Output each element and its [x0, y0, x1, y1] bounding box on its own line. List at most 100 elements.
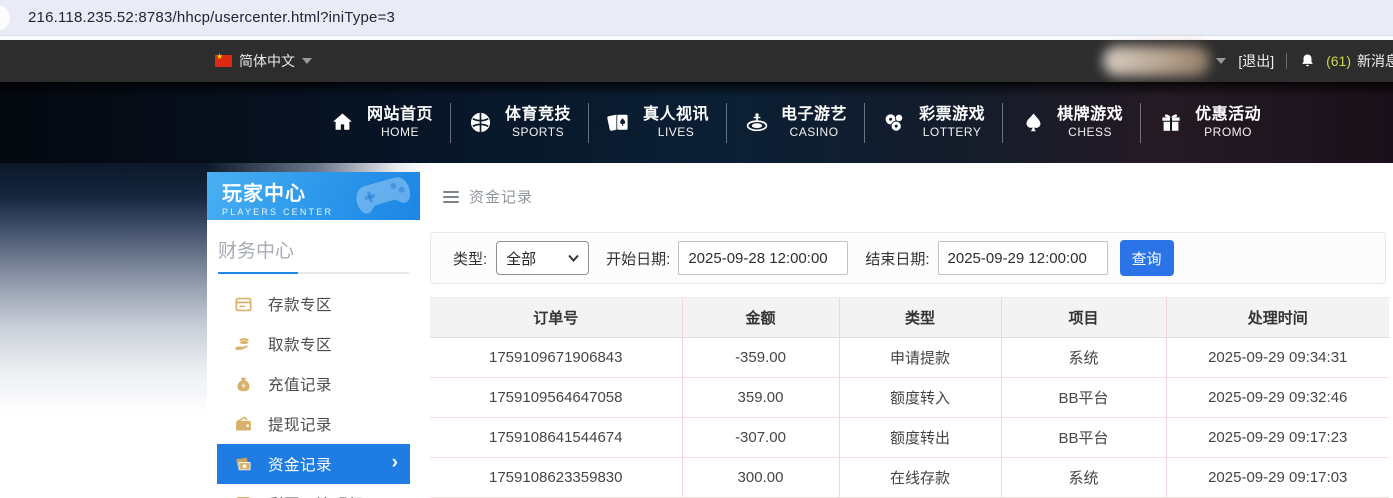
message-count[interactable]: (61): [1326, 53, 1351, 69]
withdraw-icon: [233, 334, 253, 354]
svg-text:¥: ¥: [241, 382, 245, 389]
chevron-down-icon[interactable]: [1216, 58, 1227, 64]
roulette-icon: [743, 110, 770, 135]
table-cell: 系统: [1000, 457, 1166, 498]
column-header: 订单号: [430, 297, 682, 338]
type-label: 类型:: [453, 250, 488, 268]
sidebar-item-funds-record[interactable]: 资金记录 ›: [217, 444, 410, 484]
nav-label-zh: 棋牌游戏: [1057, 106, 1124, 123]
nav-item-lives[interactable]: 真人视讯 LIVES: [588, 96, 726, 150]
table-cell: 系统: [1000, 337, 1166, 378]
playing-cards-icon: [605, 110, 632, 135]
menu-icon[interactable]: [443, 190, 459, 203]
background-gradient-strip: [207, 163, 430, 172]
table-body: 1759109671906843 -359.00 申请提款 系统 2025-09-29 …: [430, 337, 1389, 498]
nav-item-promo[interactable]: 优惠活动 PROMO: [1140, 96, 1278, 150]
sidebar-item-recharge-record[interactable]: ¥ 充值记录: [217, 364, 410, 404]
nav-label-zh: 优惠活动: [1195, 106, 1262, 123]
nav-label-zh: 彩票游戏: [919, 106, 986, 123]
sidebar-item-deposit[interactable]: 存款专区: [217, 284, 410, 324]
nav-label-en: LIVES: [657, 125, 695, 139]
table-row: 1759109671906843 -359.00 申请提款 系统 2025-09-29 …: [430, 337, 1389, 378]
language-selector[interactable]: ★ 简体中文: [215, 40, 312, 82]
end-date-input[interactable]: [937, 241, 1108, 275]
background-gradient: [0, 163, 207, 498]
username-blurred: [1103, 46, 1211, 76]
sidebar-item-bet-details[interactable]: 彩票下注明细: [217, 484, 410, 498]
search-button[interactable]: 查询: [1119, 240, 1174, 276]
nav-label-zh: 真人视讯: [643, 106, 710, 123]
table-cell: 额度转出: [838, 417, 1001, 458]
type-select-value: 全部: [506, 250, 537, 268]
sidebar-header: 玩家中心 PLAYERS CENTER: [207, 172, 420, 220]
nav-item-lottery[interactable]: 彩票游戏 LOTTERY: [864, 96, 1002, 150]
account-bar: ★ 简体中文 [退出] (61) 新消息: [0, 40, 1393, 82]
sidebar-item-withdrawal-record[interactable]: 提现记录: [217, 404, 410, 444]
bell-icon[interactable]: [1299, 52, 1316, 70]
nav-label-en: PROMO: [1204, 125, 1253, 139]
nav-item-casino[interactable]: 电子游艺 CASINO: [726, 96, 864, 150]
section-title: 财务中心: [218, 241, 295, 262]
home-icon: [329, 110, 356, 135]
spade-icon: [1019, 110, 1046, 135]
filter-bar: 类型: 全部 开始日期: 结束日期: 查询: [430, 232, 1386, 284]
breadcrumb-label: 资金记录: [469, 189, 534, 206]
sidebar-item-label: 资金记录: [268, 457, 333, 474]
sidebar-menu: 存款专区 取款专区 ¥ 充值记录 提现记录 资金记录 › 彩票下注明细: [207, 284, 420, 498]
china-flag-icon: ★: [215, 52, 232, 67]
column-header: 处理时间: [1165, 297, 1389, 338]
table-cell: BB平台: [1000, 417, 1166, 458]
start-date-label: 开始日期:: [606, 250, 671, 268]
recharge-record-icon: ¥: [233, 375, 253, 394]
main-panel: 资金记录 类型: 全部 开始日期: 结束日期: 查询 订单号金额类型项目处理时间…: [430, 163, 1393, 498]
gift-icon: [1157, 110, 1184, 135]
table-cell: 1759108641544674: [430, 417, 682, 458]
end-date-label: 结束日期:: [865, 250, 930, 268]
table-cell: 2025-09-29 09:32:46: [1165, 377, 1389, 418]
sidebar-item-label: 存款专区: [268, 297, 333, 314]
deposit-icon: [233, 295, 253, 314]
chevron-down-icon: [568, 254, 579, 262]
sidebar-item-withdraw[interactable]: 取款专区: [217, 324, 410, 364]
start-date-input[interactable]: [678, 241, 849, 275]
table-cell: 1759108623359830: [430, 457, 682, 498]
table-cell: 在线存款: [838, 457, 1001, 498]
withdrawal-record-icon: [233, 415, 253, 434]
table-cell: 额度转入: [838, 377, 1001, 418]
nav-label-zh: 体育竞技: [505, 106, 572, 123]
table-cell: 1759109671906843: [430, 337, 682, 378]
sidebar: 玩家中心 PLAYERS CENTER 财务中心 存款专区 取款专区 ¥ 充值记…: [207, 172, 420, 498]
new-message-label[interactable]: 新消息: [1357, 51, 1393, 71]
logout-button[interactable]: [退出]: [1238, 51, 1274, 71]
table-cell: BB平台: [1000, 377, 1166, 418]
breadcrumb: 资金记录: [443, 186, 533, 207]
records-table: 订单号 金额 类型 项目 处理时间 1759109671906843 -359.00 申请提…: [430, 297, 1389, 498]
table-row: 1759108623359830 300.00 在线存款 系统 2025-09-29 0…: [430, 457, 1389, 498]
column-header: 项目: [1000, 297, 1166, 338]
sidebar-item-label: 彩票下注明细: [268, 493, 364, 498]
browser-circle-decoration: [0, 5, 10, 31]
nav-item-home[interactable]: 网站首页 HOME: [312, 96, 450, 150]
table-cell: 2025-09-29 09:34:31: [1165, 337, 1389, 378]
divider: [1286, 53, 1288, 69]
table-cell: -307.00: [681, 417, 839, 458]
chevron-right-icon: ›: [391, 452, 398, 473]
section-underline: [218, 272, 409, 274]
url-text[interactable]: 216.118.235.52:8783/hhcp/usercenter.html…: [28, 9, 395, 26]
funds-record-icon: [233, 455, 253, 474]
nav-item-sports[interactable]: 体育竞技 SPORTS: [450, 96, 588, 150]
nav-label-zh: 电子游艺: [781, 106, 848, 123]
table-cell: 2025-09-29 09:17:23: [1165, 417, 1389, 458]
sidebar-item-label: 提现记录: [268, 417, 333, 434]
browser-url-bar[interactable]: 216.118.235.52:8783/hhcp/usercenter.html…: [0, 0, 1393, 36]
sports-ball-icon: [467, 110, 494, 135]
account-area: [退出] (61) 新消息: [1103, 40, 1393, 82]
nav-item-chess[interactable]: 棋牌游戏 CHESS: [1002, 96, 1140, 150]
nav-label-en: HOME: [381, 125, 419, 139]
table-cell: 1759109564647058: [430, 377, 682, 418]
column-header: 金额: [681, 297, 839, 338]
gamepad-icon: [352, 174, 414, 220]
column-header: 类型: [838, 297, 1001, 338]
type-select[interactable]: 全部: [496, 241, 590, 275]
nav-label-en: CASINO: [789, 125, 839, 139]
